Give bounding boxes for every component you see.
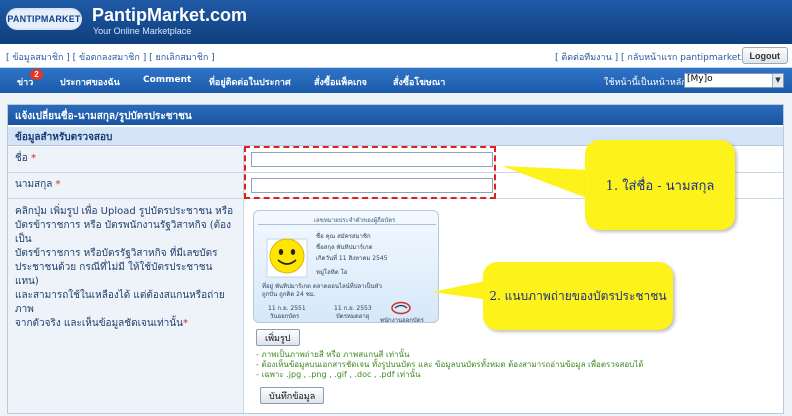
card-surname: ชื่อสกุล พันทิปมาร์เกต <box>316 244 373 251</box>
homepage-select[interactable]: [My]o ▼ <box>684 73 784 88</box>
card-birthdate: เกิดวันที่ 11 สิงหาคม 2545 <box>316 255 388 262</box>
nav-buy-ads[interactable]: สั่งซื้อโฆษณา <box>393 75 445 89</box>
last-name-label-text: นามสกุล <box>15 179 53 190</box>
chevron-down-icon: ▼ <box>772 74 783 87</box>
upload-desc-last: จากตัวจริง และเห็นข้อมูลชัดเจนเท่านั้น <box>15 318 183 329</box>
nav-comment[interactable]: Comment <box>143 75 191 85</box>
upload-desc-line: บัตรข้าราชการ หรือ บัตรพนักงานรัฐวิสาหกิ… <box>15 220 232 245</box>
card-divider <box>258 224 436 225</box>
contact-team-link[interactable]: [ ติดต่อทีมงาน ] <box>555 53 618 63</box>
note-file-types: - เฉพาะ .jpg , .png , .gif , .doc , .pdf… <box>256 370 421 379</box>
first-name-label-text: ชื่อ <box>15 153 28 164</box>
required-mark: * <box>55 179 61 190</box>
main-nav: ข่าว 2 ประกาศของฉัน Comment ที่อยู่ติดต่… <box>0 68 792 93</box>
id-card-preview: เลขหมายประจำตัวของผู้ถือบัตร ชื่อ คุณ สม… <box>253 210 439 323</box>
member-toolbar: [ ข้อมูลสมาชิก ] [ ข้อตกลงสมาชิก ] [ ยกเ… <box>0 44 792 68</box>
save-button[interactable]: บันทึกข้อมูล <box>260 387 325 404</box>
card-blood-type: หมู่โลหิต โอ <box>316 269 348 276</box>
card-name: ชื่อ คุณ สมัครสมาชิก <box>316 233 371 240</box>
first-name-label: ชื่อ * <box>8 147 244 172</box>
card-expiry-label: บัตรหมดอายุ <box>336 313 370 320</box>
site-header: PANTIPMARKET PantipMarket.com Your Onlin… <box>0 0 792 44</box>
cancel-membership-link[interactable]: [ ยกเลิกสมาชิก ] <box>149 53 215 63</box>
upload-desc-line: บัตรข้าราชการ หรือบัตรรัฐวิสาหกิจ ที่มีเ… <box>15 248 218 259</box>
nav-ad-contact[interactable]: ที่อยู่ติดต่อในประกาศ <box>209 75 291 89</box>
support-links: [ ติดต่อทีมงาน ] [ กลับหน้าแรก pantipmar… <box>555 50 769 64</box>
member-info-link[interactable]: [ ข้อมูลสมาชิก ] <box>6 53 70 63</box>
news-count-badge: 2 <box>30 69 43 80</box>
upload-desc-line: จากตัวจริง และเห็นข้อมูลชัดเจนเท่านั้น* <box>15 317 236 331</box>
card-address-2: ถูกปัน ถูกคิด 24 ชม. <box>262 291 316 298</box>
logout-button[interactable]: Logout <box>741 47 788 64</box>
upload-desc-line: ประชาชนด้วย กรณีที่ไม่มี ให้ใช้บัตรประชา… <box>15 262 213 287</box>
required-mark: * <box>182 318 188 329</box>
emblem-seal-icon <box>391 301 411 315</box>
nav-my-ads[interactable]: ประกาศของฉัน <box>60 75 120 89</box>
member-agreement-link[interactable]: [ ข้อตกลงสมาชิก ] <box>73 53 147 63</box>
panel-title: แจ้งเปลี่ยนชื่อ-นามสกุล/รูปบัตรประชาชน <box>8 105 783 125</box>
last-name-input[interactable] <box>251 178 493 193</box>
card-issue-label: วันออกบัตร <box>270 313 300 320</box>
callout-enter-name: 1. ใส่ชื่อ - นามสกุล <box>585 140 735 230</box>
add-image-button[interactable]: เพิ่มรูป <box>256 329 300 346</box>
site-title[interactable]: PantipMarket.com <box>92 5 247 26</box>
callout-attach-id: 2. แนบภาพถ่ายของบัตรประชาชน <box>483 262 673 330</box>
first-name-input[interactable] <box>251 152 493 167</box>
upload-desc-line: คลิกปุ่ม เพิ่มรูป เพื่อ Upload รูปบัตรปร… <box>15 206 234 217</box>
pantipmarket-logo[interactable]: PANTIPMARKET <box>6 8 82 30</box>
upload-desc-line: และสามารถใช้ในเหลืองได้ แต่ต้องสแกนหรือถ… <box>15 290 225 315</box>
homepage-label: ใช้หน้านี้เป็นหน้าหลัก : <box>604 78 693 88</box>
site-tagline: Your Online Marketplace <box>93 26 192 36</box>
member-links: [ ข้อมูลสมาชิก ] [ ข้อตกลงสมาชิก ] [ ยกเ… <box>6 50 215 64</box>
upload-description: คลิกปุ่ม เพิ่มรูป เพื่อ Upload รูปบัตรปร… <box>8 199 244 413</box>
homepage-select-value: [My]o <box>687 74 713 84</box>
nav-buy-package[interactable]: สั่งซื้อแพ็คเกจ <box>314 75 367 89</box>
last-name-label: นามสกุล * <box>8 173 244 198</box>
required-mark: * <box>30 153 36 164</box>
smiley-face-icon <box>266 238 308 278</box>
card-officer-label: พนักงานออกบัตร <box>380 317 424 323</box>
